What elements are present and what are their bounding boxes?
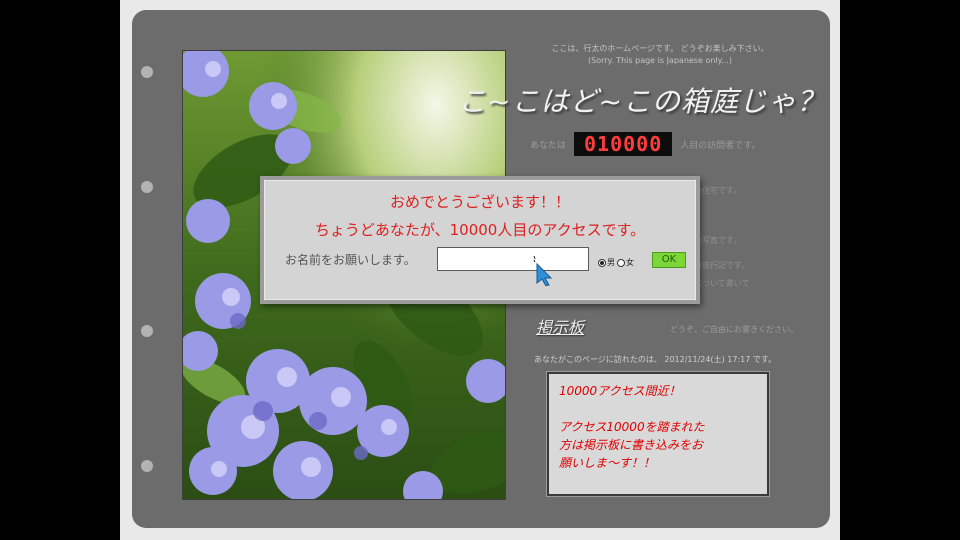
gender-female-label: 女 xyxy=(626,258,634,267)
mouse-cursor-icon xyxy=(533,256,553,286)
menu-note: の旅行記です。 xyxy=(694,261,750,270)
binder-hole xyxy=(141,66,153,78)
binder-hole xyxy=(141,181,153,193)
notice-box: 10000アクセス間近！ アクセス10000を踏まれた 方は掲示板に書き込みをお… xyxy=(546,371,770,497)
menu-note: の写真です。 xyxy=(694,236,742,245)
visitor-counter: 010000 xyxy=(574,132,673,156)
dialog-message: ちょうどあなたが、10000人目のアクセスです。 xyxy=(314,221,646,239)
menu-note: について書いて xyxy=(694,279,750,288)
gender-female-radio[interactable] xyxy=(617,258,625,267)
gender-male-label: 男 xyxy=(607,258,615,267)
binder-hole xyxy=(141,325,153,337)
ok-button[interactable]: OK xyxy=(652,252,686,268)
notice-text: アクセス10000を踏まれた xyxy=(559,420,705,434)
gender-selector: 男 女 xyxy=(598,257,634,268)
gender-male-radio[interactable] xyxy=(598,258,606,267)
bbs-link[interactable]: 掲示板 xyxy=(536,314,584,338)
binder-hole xyxy=(141,460,153,472)
notice-text: 方は掲示板に書き込みをお xyxy=(559,438,704,452)
dialog-title: おめでとうございます！！ xyxy=(389,193,570,211)
bbs-note: どうぞ、ご自由にお書きください。 xyxy=(670,325,798,334)
name-input[interactable] xyxy=(437,247,589,271)
congratulation-dialog: おめでとうございます！！ ちょうどあなたが、10000人目のアクセスです。 お名… xyxy=(260,176,700,304)
notice-text: 願いしま～す！！ xyxy=(559,456,656,470)
intro-text: ここは、行太のホームページです。 どうぞお楽しみ下さい。 xyxy=(551,44,769,53)
dialog-body: おめでとうございます！！ ちょうどあなたが、10000人目のアクセスです。 お名… xyxy=(264,180,696,300)
notice-heading: 10000アクセス間近！ xyxy=(559,384,681,398)
counter-prefix: あなたは xyxy=(530,140,567,151)
counter-suffix: 人目の訪問者です。 xyxy=(680,140,761,151)
intro-text-english: (Sorry. This page is Japanese only...) xyxy=(588,56,732,65)
site-title: こ~こはど~この箱庭じゃ？ xyxy=(458,85,826,118)
visitor-counter-row: あなたは 010000 人目の訪問者です。 xyxy=(530,132,760,156)
visit-time-line: あなたがこのページに訪れたのは、 2012/11/24(土) 17:17 です。 xyxy=(534,355,777,364)
name-label: お名前をお願いします。 xyxy=(285,253,416,267)
menu-note: の住宅です。 xyxy=(694,186,742,195)
